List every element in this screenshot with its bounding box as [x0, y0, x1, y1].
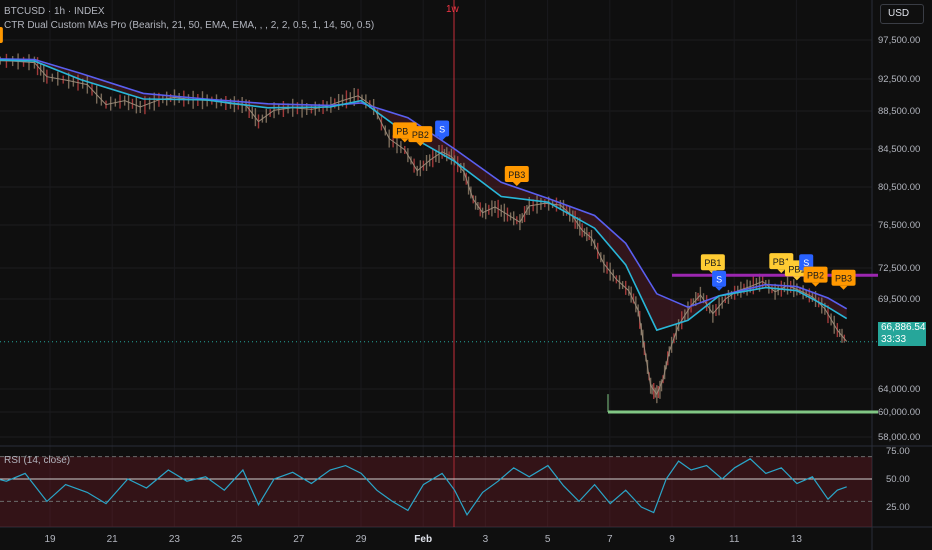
time-tick-label: 7 [607, 534, 613, 545]
marker-label: S [716, 275, 722, 285]
rsi-tick-label: 50.00 [886, 474, 910, 485]
marker-label: PB2 [807, 271, 824, 281]
time-tick-label: 19 [44, 534, 56, 545]
time-tick-label: 25 [231, 534, 243, 545]
marker-label: S [439, 124, 445, 134]
price-tick-label: 88,500.00 [878, 106, 920, 117]
price-tick-label: 64,000.00 [878, 384, 920, 395]
time-tick-label: 5 [545, 534, 551, 545]
price-tick-label: 60,000.00 [878, 407, 920, 418]
time-tick-label: 9 [669, 534, 675, 545]
rsi-tick-label: 75.00 [886, 446, 910, 457]
countdown-timer: 33:33 [881, 334, 907, 345]
marker-label: PB3 [835, 274, 852, 284]
chart-canvas[interactable]: PB3PB2PB2SPB3PB1SPB1PB1SPB2PB397,500.009… [0, 0, 932, 550]
marker-badge [0, 27, 3, 44]
time-tick-label: 29 [355, 534, 367, 545]
time-tick-label: 23 [169, 534, 181, 545]
price-tick-label: 69,500.00 [878, 294, 920, 305]
indicator-title[interactable]: CTR Dual Custom MAs Pro (Bearish, 21, 50… [4, 20, 374, 31]
rsi-axis: 75.00 50.00 25.00 [886, 446, 910, 513]
price-tick-label: 92,500.00 [878, 74, 920, 85]
price-tick-label: 72,500.00 [878, 263, 920, 274]
time-tick-label: 21 [107, 534, 119, 545]
last-price-tag: 66,886.54 33:33 [878, 322, 926, 346]
time-tick-label: 3 [483, 534, 489, 545]
time-tick-label: Feb [414, 534, 432, 545]
marker-label: PB1 [704, 258, 721, 268]
rsi-band-lower [0, 501, 872, 527]
rsi-tick-label: 25.00 [886, 502, 910, 513]
time-tick-label: 13 [791, 534, 803, 545]
price-tick-label: 58,000.00 [878, 432, 920, 443]
marker-label: PB2 [412, 130, 429, 140]
marker-label: PB3 [508, 170, 525, 180]
price-tick-label: 80,500.00 [878, 182, 920, 193]
price-tick-label: 97,500.00 [878, 35, 920, 46]
symbol-title[interactable]: BTCUSD · 1h · INDEX [4, 6, 105, 17]
price-tick-label: 76,500.00 [878, 220, 920, 231]
rsi-indicator-title[interactable]: RSI (14, close) [4, 455, 70, 466]
week-marker-label: 1w [446, 4, 459, 15]
time-tick-label: 27 [293, 534, 305, 545]
currency-button[interactable]: USD [880, 4, 924, 24]
time-tick-label: 11 [729, 534, 740, 545]
last-price-value: 66,886.54 [881, 322, 926, 333]
price-tick-label: 84,500.00 [878, 144, 920, 155]
